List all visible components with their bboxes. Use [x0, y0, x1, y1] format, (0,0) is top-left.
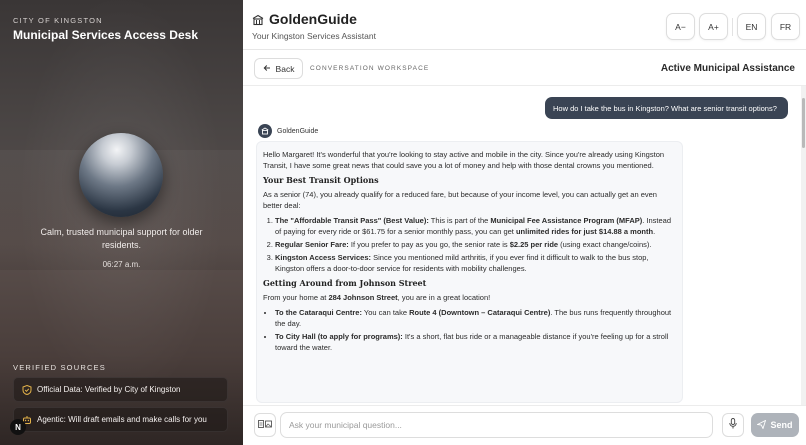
- source-label: Agentic: Will draft emails and make call…: [37, 415, 207, 424]
- brand: GoldenGuide: [252, 11, 357, 27]
- desk-title: Municipal Services Access Desk: [13, 28, 198, 42]
- list-item: To City Hall (to apply for programs): It…: [275, 331, 676, 353]
- bot-avatar-icon: [258, 124, 272, 138]
- increase-font-button[interactable]: A+: [699, 13, 728, 40]
- language-fr-button[interactable]: FR: [771, 13, 800, 40]
- destinations-list: To the Cataraqui Centre: You can take Ro…: [263, 307, 676, 353]
- building-icon: [252, 13, 264, 26]
- workspace-bar: Back CONVERSATION WORKSPACE Active Munic…: [243, 51, 806, 86]
- source-agentic: Agentic: Will draft emails and make call…: [13, 407, 228, 432]
- send-button[interactable]: Send: [751, 413, 799, 437]
- back-button[interactable]: Back: [254, 58, 303, 79]
- bot-name: GoldenGuide: [277, 127, 319, 135]
- composer: Send: [243, 405, 806, 445]
- app-header: GoldenGuide Your Kingston Services Assis…: [243, 0, 806, 50]
- transit-options-list: The "Affordable Transit Pass" (Best Valu…: [263, 215, 676, 274]
- send-icon: [756, 419, 767, 431]
- attach-button[interactable]: [254, 413, 276, 437]
- paragraph: From your home at 284 Johnson Street, yo…: [263, 293, 491, 302]
- send-label: Send: [770, 420, 793, 430]
- source-label: Official Data: Verified by City of Kings…: [37, 385, 181, 394]
- brand-name: GoldenGuide: [269, 11, 357, 27]
- source-official-data: Official Data: Verified by City of Kings…: [13, 377, 228, 402]
- language-en-button[interactable]: EN: [737, 13, 766, 40]
- list-item: Kingston Access Services: Since you ment…: [275, 252, 676, 274]
- decrease-font-button[interactable]: A−: [666, 13, 695, 40]
- main-panel: GoldenGuide Your Kingston Services Assis…: [243, 0, 806, 445]
- city-label: CITY OF KINGSTON: [13, 16, 103, 25]
- microphone-button[interactable]: [722, 413, 744, 437]
- chat-scrollbar-thumb[interactable]: [802, 98, 805, 148]
- arrow-left-icon: [263, 64, 271, 74]
- back-label: Back: [275, 63, 295, 74]
- shield-check-icon: [22, 384, 32, 395]
- clock-time: 06:27 a.m.: [102, 260, 141, 269]
- question-input[interactable]: [280, 412, 713, 438]
- list-item: To the Cataraqui Centre: You can take Ro…: [275, 307, 676, 329]
- verified-sources-heading: VERIFIED SOURCES: [13, 363, 106, 372]
- assistant-orb: [79, 133, 163, 217]
- bot-message: Hello Margaret! It's wonderful that you'…: [256, 141, 683, 403]
- paragraph: As a senior (74), you already qualify fo…: [263, 190, 657, 210]
- brand-subtitle: Your Kingston Services Assistant: [252, 31, 376, 41]
- section-heading: Your Best Transit Options: [263, 175, 379, 185]
- tagline: Calm, trusted municipal support for olde…: [40, 227, 203, 250]
- left-panel: CITY OF KINGSTON Municipal Services Acce…: [0, 0, 243, 445]
- bot-header: GoldenGuide: [258, 124, 318, 138]
- microphone-icon: [729, 416, 737, 434]
- intro-paragraph: Hello Margaret! It's wonderful that you'…: [263, 150, 665, 170]
- document-image-icon: [258, 420, 272, 430]
- list-item: The "Affordable Transit Pass" (Best Valu…: [275, 215, 676, 237]
- header-divider: [732, 18, 733, 36]
- list-item: Regular Senior Fare: If you prefer to pa…: [275, 239, 676, 250]
- workspace-label: CONVERSATION WORKSPACE: [310, 65, 430, 72]
- app-logo: N: [10, 419, 26, 435]
- assistance-status: Active Municipal Assistance: [660, 63, 795, 74]
- section-heading: Getting Around from Johnson Street: [263, 278, 427, 288]
- user-message: How do I take the bus in Kingston? What …: [545, 97, 788, 119]
